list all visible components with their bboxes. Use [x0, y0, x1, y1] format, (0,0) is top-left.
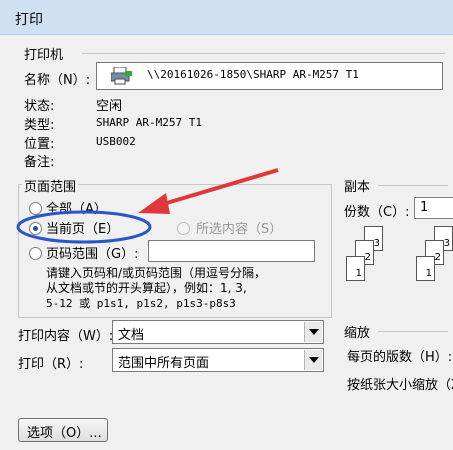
annotation-overlay: [16, 168, 279, 244]
highlight-ellipse: [16, 210, 152, 244]
annotation-arrow-head: [138, 193, 170, 214]
annotation-arrow-line: [159, 168, 279, 207]
